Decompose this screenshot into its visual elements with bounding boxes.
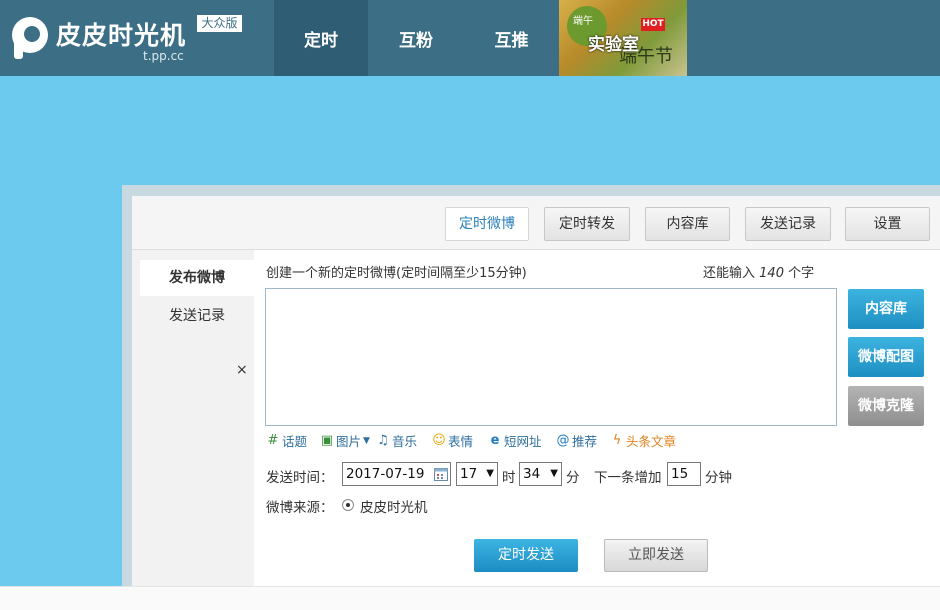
hour-unit: 时 — [502, 470, 516, 486]
compose-panel: 定时微博 定时转发 内容库 发送记录 设置 发布微博 发送记录 × 创建一个新的… — [132, 196, 940, 586]
logo-badge: 大众版 — [197, 15, 242, 32]
date-value: 2017-07-19 — [346, 466, 425, 482]
hot-badge: HOT — [641, 18, 665, 31]
tab-content-library[interactable]: 内容库 — [645, 207, 730, 241]
lab-banner-top-text: 端午 — [573, 16, 593, 27]
tab-scheduled-weibo[interactable]: 定时微博 — [445, 207, 529, 241]
short-url-label: 短网址 — [504, 434, 542, 449]
lightning-icon: ϟ — [612, 432, 622, 448]
recommend-icon: @ — [556, 432, 570, 448]
tab-settings[interactable]: 设置 — [845, 207, 930, 241]
chevron-down-icon: ▼ — [550, 468, 558, 479]
logo-icon — [12, 17, 48, 59]
topic-icon: # — [267, 432, 279, 448]
page-bottom-strip — [0, 586, 940, 610]
image-icon: ▣ — [320, 432, 334, 448]
char-remaining-suffix: 个字 — [788, 266, 815, 281]
logo-name: 皮皮时光机 — [56, 21, 187, 50]
weibo-image-button[interactable]: 微博配图 — [848, 337, 924, 377]
nav-item-lab[interactable]: 端午 HOT 端午节 实验室 — [559, 0, 687, 76]
recommend-label: 推荐 — [572, 434, 598, 449]
emoji-icon: ☺ — [432, 432, 446, 448]
image-label: 图片 — [336, 434, 362, 449]
image-button[interactable]: ▣ 图片 ▼ — [320, 431, 370, 450]
increment-label: 下一条增加 — [594, 470, 662, 486]
nav-item-follow[interactable]: 互粉 — [368, 0, 464, 76]
minute-select[interactable]: 34 ▼ — [519, 462, 562, 486]
music-button[interactable]: ♫ 音乐 — [376, 431, 417, 450]
char-remaining-count: 140 — [759, 266, 784, 281]
schedule-send-button[interactable]: 定时发送 — [474, 539, 578, 572]
weibo-clone-button[interactable]: 微博克隆 — [848, 386, 924, 426]
sidebar-item-publish[interactable]: 发布微博 — [140, 260, 254, 296]
weibo-text-input[interactable] — [265, 288, 837, 426]
source-option-label: 皮皮时光机 — [360, 500, 428, 516]
nav-item-lab-label: 实验室 — [588, 35, 639, 55]
chevron-down-icon: ▼ — [363, 435, 370, 446]
short-url-icon: e — [490, 432, 500, 448]
hour-value: 17 — [460, 466, 478, 482]
increment-unit: 分钟 — [705, 470, 732, 486]
char-remaining: 还能输入 140 个字 — [703, 262, 814, 281]
headline-article-button[interactable]: ϟ 头条文章 — [610, 431, 676, 450]
music-icon: ♫ — [377, 432, 389, 448]
recommend-button[interactable]: @ 推荐 — [556, 431, 598, 450]
short-url-button[interactable]: e 短网址 — [488, 431, 542, 450]
nav-item-promote[interactable]: 互推 — [464, 0, 559, 76]
logo[interactable]: 皮皮时光机 大众版 t.pp.cc — [0, 0, 272, 76]
char-remaining-prefix: 还能输入 — [703, 266, 756, 281]
topic-label: 话题 — [282, 434, 308, 449]
top-nav-bar: 皮皮时光机 大众版 t.pp.cc 定时 互粉 互推 端午 HOT 端午节 实验… — [0, 0, 940, 76]
date-input[interactable]: 2017-07-19 — [342, 462, 451, 486]
increment-input[interactable]: 15 — [667, 462, 701, 486]
send-time-label: 发送时间： — [266, 470, 334, 486]
minute-value: 34 — [523, 466, 541, 482]
logo-url: t.pp.cc — [143, 49, 184, 63]
chevron-down-icon: ▼ — [486, 468, 494, 479]
tab-send-history[interactable]: 发送记录 — [745, 207, 831, 241]
emoji-label: 表情 — [448, 434, 474, 449]
source-label: 微博来源： — [266, 500, 334, 516]
music-label: 音乐 — [392, 434, 418, 449]
calendar-icon[interactable] — [434, 467, 448, 481]
tab-bar: 定时微博 定时转发 内容库 发送记录 设置 — [132, 196, 940, 250]
compose-title: 创建一个新的定时微博(定时间隔至少15分钟) — [266, 266, 527, 281]
headline-article-label: 头条文章 — [626, 434, 677, 449]
close-icon[interactable]: × — [236, 362, 248, 378]
source-radio[interactable] — [342, 499, 354, 511]
nav-item-schedule[interactable]: 定时 — [274, 0, 368, 76]
minute-unit: 分 — [566, 470, 580, 486]
sidebar: 发布微博 发送记录 × — [132, 250, 254, 586]
tab-scheduled-repost[interactable]: 定时转发 — [544, 207, 630, 241]
sidebar-item-history[interactable]: 发送记录 — [140, 298, 254, 334]
send-now-button[interactable]: 立即发送 — [604, 539, 708, 572]
hour-select[interactable]: 17 ▼ — [456, 462, 498, 486]
content-library-button[interactable]: 内容库 — [848, 289, 924, 329]
topic-button[interactable]: # 话题 — [266, 431, 307, 450]
emoji-button[interactable]: ☺ 表情 — [432, 431, 473, 450]
